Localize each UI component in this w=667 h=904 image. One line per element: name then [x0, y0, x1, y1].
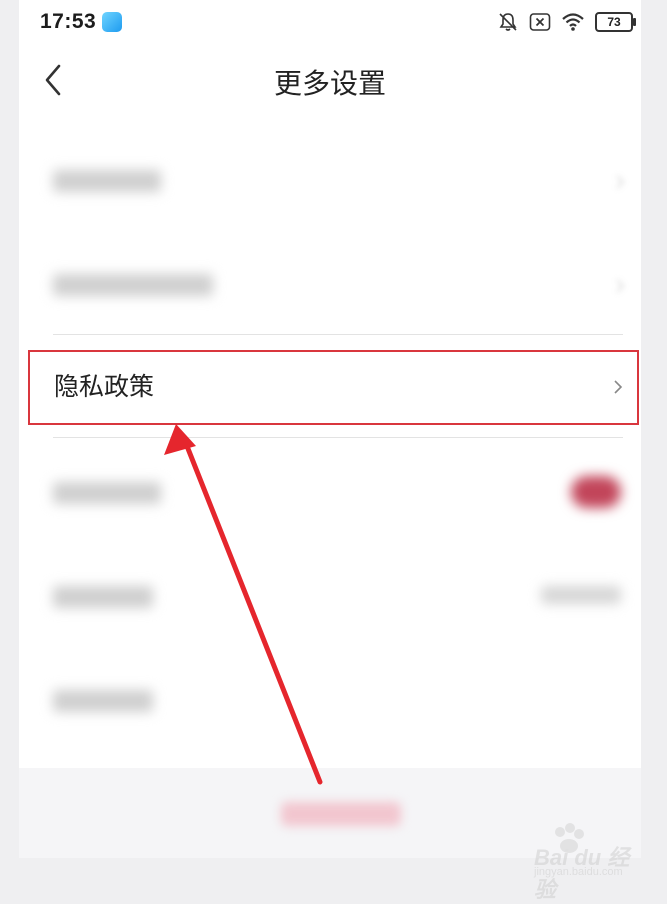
chevron-right-icon [614, 380, 623, 394]
page-title: 更多设置 [273, 68, 386, 99]
settings-list [19, 130, 641, 338]
phone-screen: 17:53 73 更多设置 [19, 0, 641, 858]
divider [53, 334, 623, 335]
row-label-blurred [53, 274, 213, 296]
list-item[interactable] [19, 544, 641, 648]
baidu-watermark: Bai du 经验 jingyan.baidu.com [508, 820, 648, 902]
list-item[interactable] [19, 234, 641, 338]
row-value-blurred [541, 586, 621, 604]
divider [53, 437, 623, 438]
privacy-policy-label: 隐私政策 [54, 373, 155, 401]
list-item[interactable] [19, 648, 641, 752]
status-time: 17:53 [40, 10, 97, 33]
status-icons: 73 [497, 10, 636, 34]
status-bar: 17:53 73 [19, 0, 641, 46]
list-item[interactable] [19, 440, 641, 544]
chevron-right-icon [616, 279, 625, 293]
settings-list-lower [19, 440, 641, 752]
row-label-blurred [53, 170, 161, 192]
chevron-right-icon [616, 175, 625, 189]
logout-button[interactable] [281, 802, 401, 826]
wifi-icon [562, 13, 584, 31]
toggle-switch[interactable] [571, 476, 621, 508]
app-icon [102, 12, 122, 32]
sim-off-icon [529, 13, 551, 31]
privacy-policy-row[interactable]: 隐私政策 [28, 350, 639, 425]
nav-bar: 更多设置 [19, 46, 641, 118]
battery-icon: 73 [595, 12, 636, 32]
list-item[interactable] [19, 130, 641, 234]
row-label-blurred [53, 482, 161, 504]
bell-off-icon [499, 13, 517, 31]
row-label-blurred [53, 586, 153, 608]
row-label-blurred [53, 690, 153, 712]
watermark-url: jingyan.baidu.com [534, 866, 623, 878]
